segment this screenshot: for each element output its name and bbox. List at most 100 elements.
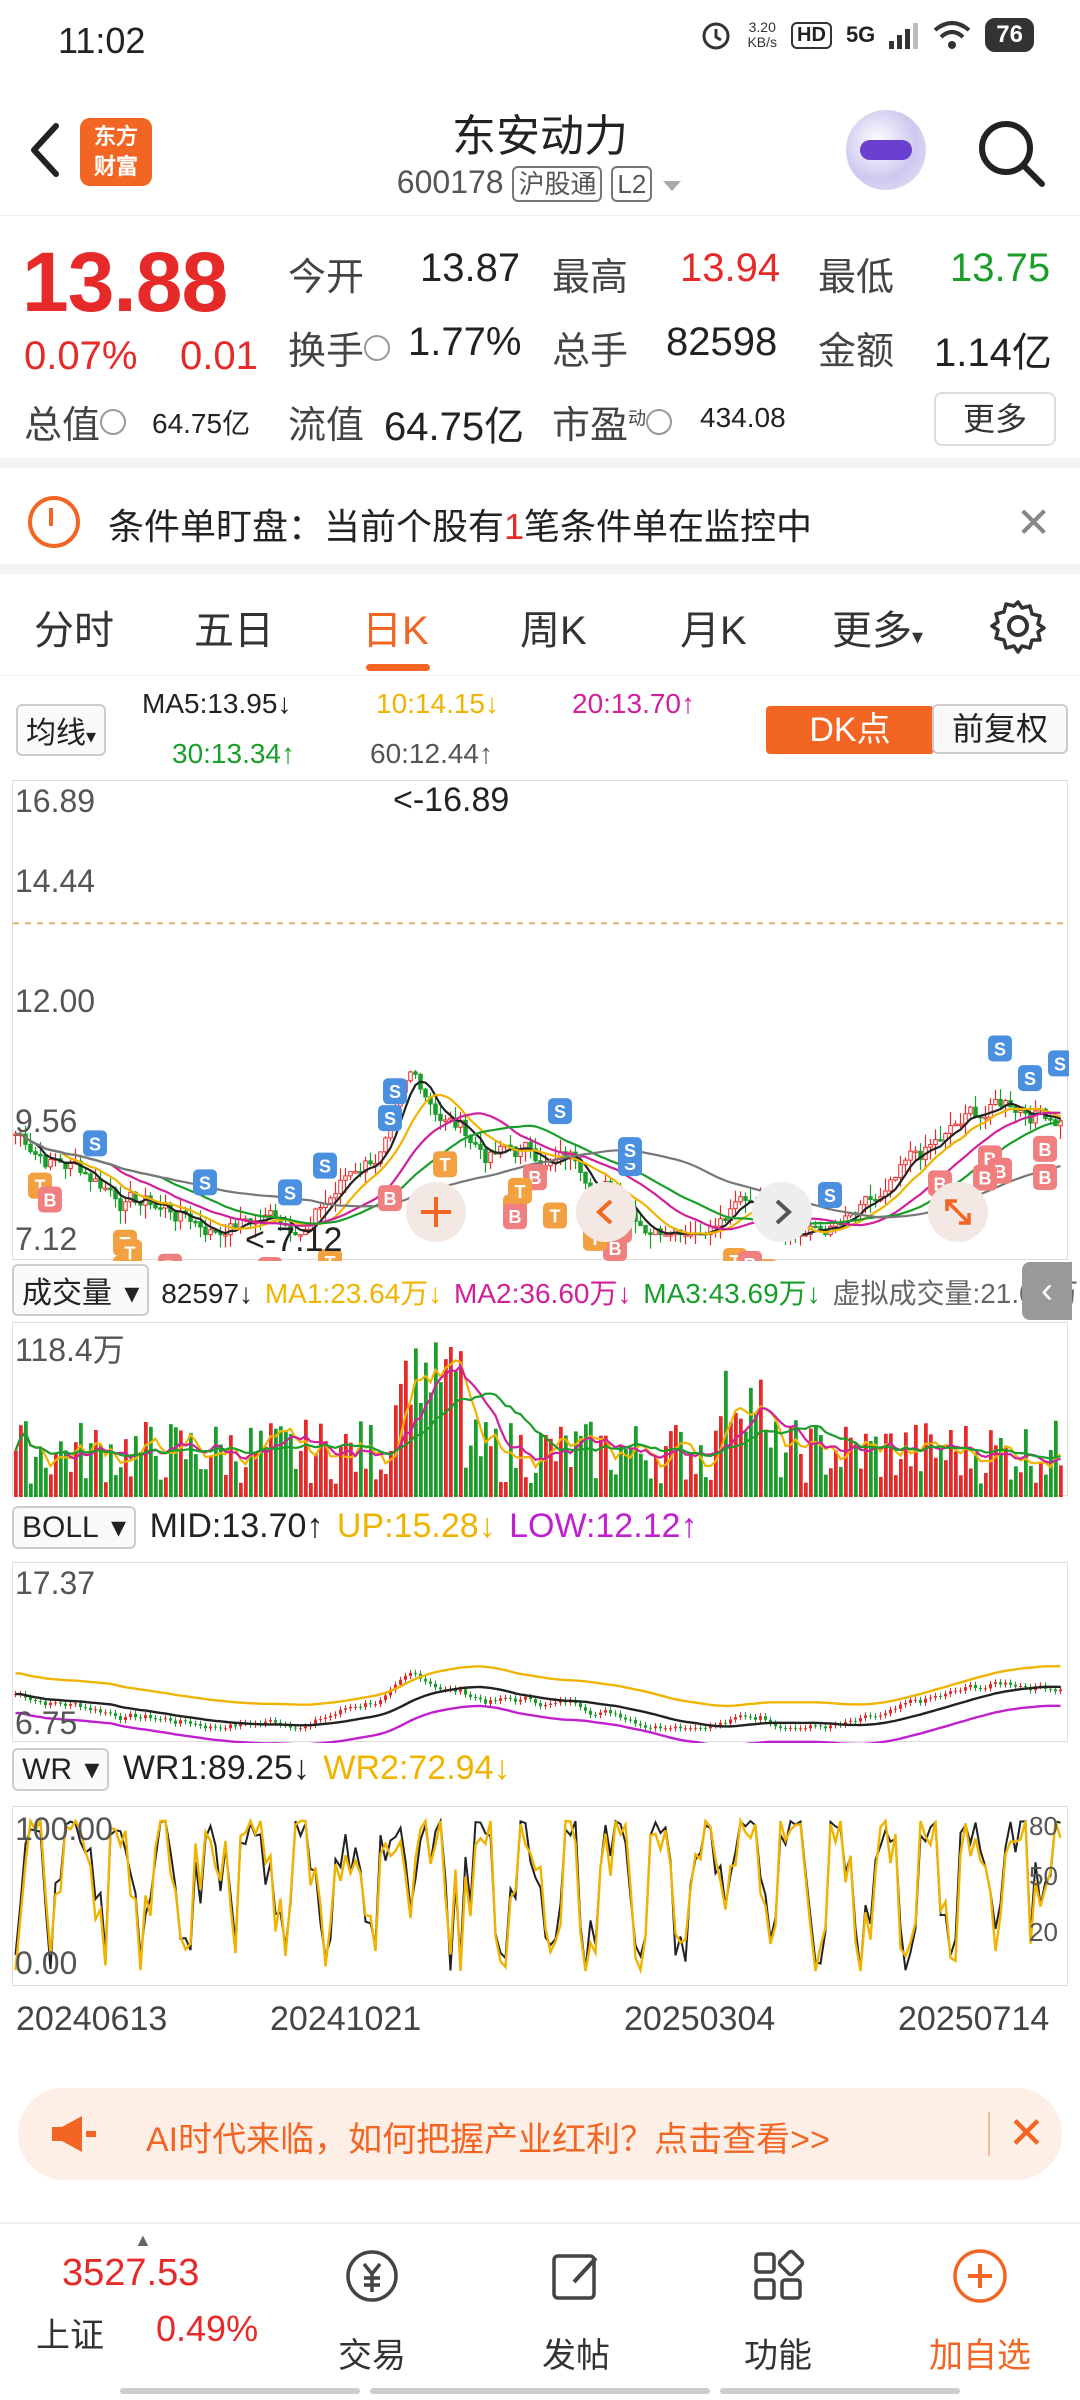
collapse-panel-icon[interactable]: ‹ bbox=[1022, 1262, 1072, 1320]
signal-label: B bbox=[1039, 1168, 1052, 1188]
boll-candle-body bbox=[659, 1726, 662, 1729]
caret-down-icon: ▾ bbox=[86, 726, 97, 748]
promo-banner[interactable]: AI时代来临，如何把握产业红利？点击查看>> ✕ bbox=[18, 2088, 1062, 2180]
high-label: 最高 bbox=[552, 257, 629, 299]
boll-up: UP:15.28↓ bbox=[336, 1507, 496, 1545]
candle-body bbox=[723, 1218, 728, 1222]
signal-label: T bbox=[125, 1244, 136, 1261]
boll-candle-body bbox=[749, 1716, 752, 1718]
scroll-right-icon[interactable] bbox=[751, 1181, 813, 1243]
volume-bar bbox=[919, 1471, 923, 1497]
high-value: 13.94 bbox=[680, 246, 781, 290]
volume-bar bbox=[439, 1382, 443, 1497]
add-drawing-icon[interactable] bbox=[405, 1181, 467, 1243]
dk-point-button[interactable]: DK点 bbox=[766, 706, 934, 754]
boll-dropdown[interactable]: BOLL ▾ bbox=[12, 1506, 137, 1549]
close-icon[interactable]: ✕ bbox=[1016, 498, 1051, 547]
close-icon[interactable]: ✕ bbox=[1008, 2108, 1045, 2159]
tab-monthly-k[interactable]: 月K bbox=[680, 598, 747, 656]
info-icon[interactable] bbox=[100, 408, 127, 435]
status-time: 11:02 bbox=[58, 20, 146, 61]
volume-bar bbox=[794, 1420, 798, 1497]
amount-label: 金额 bbox=[818, 331, 895, 373]
boll-chart[interactable]: 17.37 6.75 bbox=[12, 1562, 1068, 1747]
boll-candle-body bbox=[524, 1696, 527, 1700]
volume-bar bbox=[859, 1468, 863, 1497]
boll-candle-body bbox=[324, 1717, 327, 1720]
volume-bar bbox=[514, 1467, 518, 1497]
boll-candle-body bbox=[504, 1697, 507, 1699]
boll-candle-body bbox=[814, 1725, 817, 1727]
volume-bar bbox=[809, 1428, 813, 1497]
scroll-left-icon[interactable] bbox=[575, 1181, 637, 1243]
nav-trade[interactable]: 交易 bbox=[272, 2224, 472, 2375]
boll-candle-body bbox=[294, 1727, 297, 1729]
boll-candle-body bbox=[879, 1715, 882, 1717]
volume-bar bbox=[319, 1423, 323, 1497]
volume-dropdown-label: 成交量 bbox=[22, 1277, 112, 1310]
search-icon[interactable] bbox=[976, 118, 1046, 188]
info-icon[interactable] bbox=[364, 334, 391, 361]
boll-candle-body bbox=[1014, 1684, 1017, 1687]
volume-bar bbox=[59, 1441, 63, 1497]
candle-body bbox=[718, 1218, 723, 1227]
boll-candle-body bbox=[84, 1707, 87, 1709]
volume-bar bbox=[674, 1425, 678, 1497]
volume-chart[interactable]: 118.4万 bbox=[12, 1322, 1068, 1497]
volume-bar bbox=[454, 1371, 458, 1497]
candle-body bbox=[318, 1206, 323, 1210]
tab-weekly-k[interactable]: 周K bbox=[520, 598, 587, 656]
nav-function[interactable]: 功能 bbox=[678, 2224, 878, 2375]
date-label: 20250304 bbox=[624, 2000, 776, 2038]
volume-bar bbox=[79, 1422, 83, 1497]
candle-body bbox=[38, 1153, 43, 1157]
tab-more[interactable]: 更多▾ bbox=[832, 598, 923, 656]
nav-add-watchlist[interactable]: 加自选 bbox=[880, 2224, 1080, 2375]
tab-five-day[interactable]: 五日 bbox=[194, 598, 274, 656]
volume-bar bbox=[199, 1469, 203, 1497]
boll-candle-body bbox=[119, 1716, 122, 1721]
tab-intraday[interactable]: 分时 bbox=[34, 598, 114, 656]
signal-marker: S bbox=[193, 1169, 217, 1196]
candle-body bbox=[983, 1116, 988, 1120]
boll-candle-body bbox=[364, 1703, 367, 1708]
wr-chart[interactable]: 100.00 0.00 80 50 20 bbox=[12, 1806, 1068, 1986]
boll-candle-body bbox=[124, 1717, 127, 1721]
volume-bar bbox=[39, 1448, 43, 1497]
volume-bar bbox=[734, 1412, 738, 1497]
fullscreen-icon[interactable] bbox=[927, 1181, 989, 1243]
volume-bar bbox=[209, 1456, 213, 1497]
volume-dropdown[interactable]: 成交量 ▾ bbox=[12, 1264, 150, 1316]
index-ticker[interactable]: ▲ 3527.53 上证 0.49% bbox=[0, 2224, 258, 2374]
assistant-robot-icon[interactable] bbox=[846, 110, 926, 190]
wr-dropdown[interactable]: WR ▾ bbox=[12, 1748, 110, 1791]
boll-candle-body bbox=[914, 1699, 917, 1701]
boll-candle-body bbox=[974, 1684, 977, 1688]
tab-daily-k[interactable]: 日K bbox=[362, 598, 429, 656]
candle-body bbox=[818, 1225, 823, 1230]
condition-order-banner[interactable]: 条件单盯盘：当前个股有1笔条件单在监控中 ✕ bbox=[0, 468, 1080, 574]
boll-candle-body bbox=[804, 1728, 807, 1730]
volume-bar bbox=[224, 1474, 228, 1497]
signal-label: B bbox=[509, 1207, 522, 1227]
candle-body bbox=[208, 1229, 213, 1236]
kline-chart[interactable]: SBBSSBSTTSTBSBBTBTBTTTBSTBBTBBSBSTBSBSTS… bbox=[12, 780, 1072, 1304]
more-quote-button[interactable]: 更多 bbox=[934, 392, 1056, 446]
boll-candle-body bbox=[464, 1689, 467, 1695]
volume-bar bbox=[1009, 1479, 1013, 1497]
nav-post[interactable]: 发帖 bbox=[476, 2224, 676, 2375]
volume-bar bbox=[1014, 1466, 1018, 1497]
adjust-dropdown[interactable]: 前复权 bbox=[932, 704, 1068, 754]
volume-bar bbox=[309, 1482, 313, 1497]
alert-text-pre: 条件单盯盘：当前个股有 bbox=[108, 506, 505, 547]
gear-icon[interactable] bbox=[990, 598, 1046, 654]
ma-dropdown[interactable]: 均线▾ bbox=[16, 704, 107, 756]
candle-body bbox=[483, 1148, 488, 1164]
volume-bar bbox=[504, 1482, 508, 1497]
volume-bar bbox=[839, 1466, 843, 1497]
index-change: 0.49% bbox=[156, 2308, 259, 2349]
info-icon[interactable] bbox=[646, 408, 673, 435]
candle-body bbox=[873, 1199, 878, 1202]
wr-ref-20: 20 bbox=[1029, 1917, 1058, 1947]
boll-candle-body bbox=[494, 1700, 497, 1702]
